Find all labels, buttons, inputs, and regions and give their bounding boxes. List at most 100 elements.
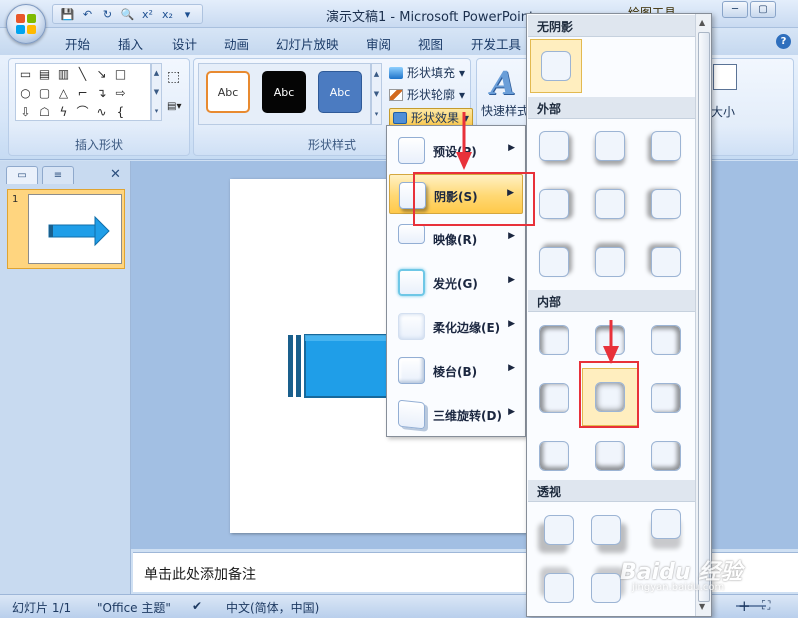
style-thumb-black[interactable]: Abc: [262, 71, 306, 113]
arc-icon[interactable]: ⌒: [73, 102, 92, 121]
perspective-shadow-3[interactable]: [642, 500, 690, 548]
shapes-gallery-scroll[interactable]: ▲ ▼ ▾: [151, 63, 162, 121]
slides-pane: ▭ ≡ ✕ 1: [0, 161, 131, 594]
style-thumb-orange-outline[interactable]: Abc: [206, 71, 250, 113]
slide-thumbnail[interactable]: [28, 194, 122, 264]
section-no-shadow: 无阴影: [528, 15, 695, 37]
elbow-connector-icon[interactable]: ⌐: [73, 83, 92, 102]
outer-shadow-6[interactable]: [642, 180, 690, 228]
brace-icon[interactable]: {: [111, 102, 130, 121]
zoom-in-icon[interactable]: +: [738, 597, 751, 615]
spellcheck-icon[interactable]: ✔: [192, 599, 202, 613]
annotation-box-inner-shadow: [579, 361, 639, 428]
outer-shadow-1[interactable]: [530, 122, 578, 170]
freeform-icon[interactable]: ☖: [35, 102, 54, 121]
scroll-up-icon[interactable]: ▲: [699, 18, 705, 27]
perspective-shadow-4[interactable]: [535, 564, 583, 612]
elbow-arrow-icon[interactable]: ↴: [92, 83, 111, 102]
text-box-icon[interactable]: ▤: [35, 64, 54, 83]
down-arrow-icon[interactable]: ⇩: [16, 102, 35, 121]
arrow-line-icon[interactable]: ↘: [92, 64, 111, 83]
customize-qat-icon[interactable]: ▾: [179, 6, 196, 23]
outer-shadow-5[interactable]: [586, 180, 634, 228]
maximize-button[interactable]: ▢: [750, 1, 776, 18]
shapes-gallery[interactable]: ▭ ▤ ▥ ╲ ↘ □ ○ ▢ △ ⌐ ↴ ⇨ ⇩ ☖ ϟ ⌒ ∿ {: [15, 63, 151, 121]
chevron-right-icon: ▶: [508, 363, 515, 373]
curve-icon[interactable]: ∿: [92, 102, 111, 121]
vertical-text-icon[interactable]: ▥: [54, 64, 73, 83]
outline-tab-icon[interactable]: ≡: [42, 166, 74, 184]
menu-item-3d-rotation[interactable]: 三维旋转(D) ▶: [389, 394, 523, 434]
inner-shadow-4[interactable]: [530, 374, 578, 422]
quick-styles-button[interactable]: A 快速样式: [481, 64, 529, 119]
undo-icon[interactable]: ↶: [79, 6, 96, 23]
tab-view[interactable]: 视图: [418, 34, 443, 53]
annotation-box-shadow-menu: [413, 172, 535, 226]
styles-gallery-scroll[interactable]: ▲ ▼ ▾: [371, 63, 382, 125]
tab-review[interactable]: 审阅: [366, 34, 391, 53]
shape-outline-button[interactable]: 形状轮廓 ▾: [389, 86, 465, 103]
reflection-icon: [398, 224, 425, 244]
tab-insert[interactable]: 插入: [118, 34, 143, 53]
minimize-button[interactable]: ─: [722, 1, 748, 18]
outer-shadow-7[interactable]: [530, 238, 578, 286]
tab-home[interactable]: 开始: [65, 34, 90, 53]
scrollbar-thumb[interactable]: [698, 32, 710, 602]
triangle-icon[interactable]: △: [54, 83, 73, 102]
outer-shadow-3[interactable]: [642, 122, 690, 170]
language-status: 中文(简体，中国): [226, 601, 320, 615]
chevron-right-icon: ▶: [508, 231, 515, 241]
rounded-rect-icon[interactable]: ▢: [35, 83, 54, 102]
inner-shadow-9[interactable]: [642, 432, 690, 480]
menu-item-bevel[interactable]: 棱台(B) ▶: [389, 350, 523, 390]
gallery-scrollbar[interactable]: ▲ ▼: [695, 14, 711, 616]
superscript-icon[interactable]: x²: [139, 6, 156, 23]
perspective-shadow-2[interactable]: [582, 506, 630, 554]
save-icon[interactable]: 💾: [59, 6, 76, 23]
office-button[interactable]: [6, 4, 46, 44]
tab-design[interactable]: 设计: [172, 34, 197, 53]
inner-shadow-7[interactable]: [530, 432, 578, 480]
edit-shape-icon[interactable]: ⬚: [167, 69, 180, 85]
theme-name: "Office 主题": [97, 601, 171, 615]
quick-access-toolbar: 💾 ↶ ↻ 🔍 x² x₂ ▾: [52, 4, 203, 24]
subscript-icon[interactable]: x₂: [159, 6, 176, 23]
inner-shadow-8[interactable]: [586, 432, 634, 480]
inner-shadow-6[interactable]: [642, 374, 690, 422]
outer-shadow-8[interactable]: [586, 238, 634, 286]
shadow-none-option[interactable]: [530, 39, 582, 93]
thumbnail-arrow-icon: [48, 215, 110, 247]
tab-developer[interactable]: 开发工具: [471, 34, 521, 53]
inner-shadow-1[interactable]: [530, 316, 578, 364]
outer-shadow-4[interactable]: [530, 180, 578, 228]
shape-fill-button[interactable]: 形状填充 ▾: [389, 64, 465, 81]
menu-item-glow[interactable]: 发光(G) ▶: [389, 262, 523, 302]
tab-animations[interactable]: 动画: [224, 34, 249, 53]
menu-item-soft-edges[interactable]: 柔化边缘(E) ▶: [389, 306, 523, 346]
tab-slideshow[interactable]: 幻灯片放映: [276, 34, 339, 53]
line-icon[interactable]: ╲: [73, 64, 92, 83]
help-icon[interactable]: ?: [776, 34, 791, 49]
style-thumb-blue[interactable]: Abc: [318, 71, 362, 113]
annotation-arrow-down-2: [603, 320, 619, 364]
size-icon[interactable]: [713, 64, 737, 90]
outer-shadow-2[interactable]: [586, 122, 634, 170]
slides-tab-icon[interactable]: ▭: [6, 166, 38, 184]
pane-close-icon[interactable]: ✕: [110, 167, 121, 182]
right-arrow-icon[interactable]: ⇨: [111, 83, 130, 102]
rectangle-shape-icon[interactable]: □: [111, 64, 130, 83]
menu-label-glow: 发光(G): [433, 277, 478, 291]
text-box-button-icon[interactable]: ▤▾: [167, 101, 181, 112]
rectangle-icon[interactable]: ▭: [16, 64, 35, 83]
preview-icon[interactable]: 🔍: [119, 6, 136, 23]
oval-icon[interactable]: ○: [16, 83, 35, 102]
lightning-icon[interactable]: ϟ: [54, 102, 73, 121]
size-label[interactable]: 大小: [711, 103, 735, 120]
perspective-shadow-1[interactable]: [535, 506, 583, 554]
outer-shadow-9[interactable]: [642, 238, 690, 286]
scroll-down-icon[interactable]: ▼: [699, 602, 705, 611]
inner-shadow-3[interactable]: [642, 316, 690, 364]
slide-thumbnail-selected[interactable]: 1: [7, 189, 125, 269]
redo-icon[interactable]: ↻: [99, 6, 116, 23]
fit-to-window-icon[interactable]: ⛶: [762, 598, 770, 613]
